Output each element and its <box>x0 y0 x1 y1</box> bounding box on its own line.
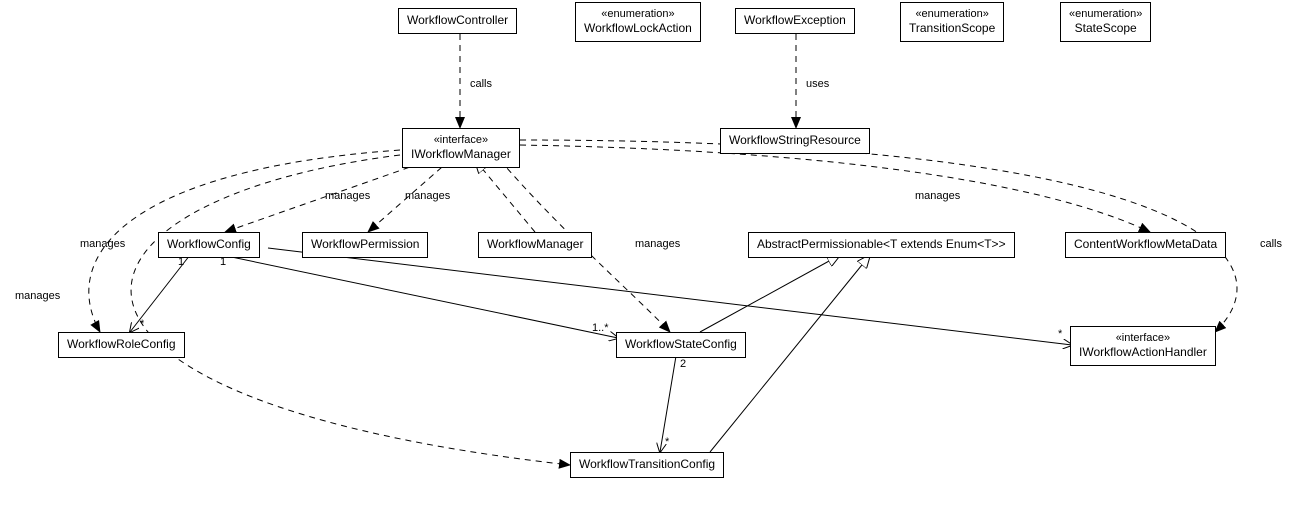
node-stereotype: «interface» <box>411 133 511 147</box>
node-workflow-manager[interactable]: WorkflowManager <box>478 232 592 258</box>
node-workflow-controller[interactable]: WorkflowController <box>398 8 517 34</box>
node-workflow-permission[interactable]: WorkflowPermission <box>302 232 428 258</box>
edge-label-manages: manages <box>15 290 60 302</box>
node-stereotype: «enumeration» <box>1069 7 1142 21</box>
node-label: WorkflowManager <box>487 237 583 251</box>
node-label: WorkflowStringResource <box>729 133 861 147</box>
node-label: StateScope <box>1069 21 1142 37</box>
node-label: WorkflowRoleConfig <box>67 337 176 351</box>
node-label: WorkflowStateConfig <box>625 337 737 351</box>
mult-1-star: 1..* <box>592 322 609 334</box>
node-workflow-string-resource[interactable]: WorkflowStringResource <box>720 128 870 154</box>
node-workflow-role-config[interactable]: WorkflowRoleConfig <box>58 332 185 358</box>
edge-label-calls: calls <box>470 78 492 90</box>
node-label: WorkflowConfig <box>167 237 251 251</box>
edge-label-manages: manages <box>405 190 450 202</box>
edge-label-calls: calls <box>1260 238 1282 250</box>
node-label: WorkflowLockAction <box>584 21 692 37</box>
node-label: AbstractPermissionable<T extends Enum<T>… <box>757 237 1006 251</box>
node-state-scope[interactable]: «enumeration» StateScope <box>1060 2 1151 42</box>
node-label: TransitionScope <box>909 21 995 37</box>
node-iworkflow-manager[interactable]: «interface» IWorkflowManager <box>402 128 520 168</box>
mult-star: * <box>665 436 669 448</box>
edge-label-manages: manages <box>80 238 125 250</box>
node-workflow-transition-config[interactable]: WorkflowTransitionConfig <box>570 452 724 478</box>
node-label: WorkflowTransitionConfig <box>579 457 715 471</box>
node-iworkflow-action-handler[interactable]: «interface» IWorkflowActionHandler <box>1070 326 1216 366</box>
node-label: ContentWorkflowMetaData <box>1074 237 1217 251</box>
edge-label-manages: manages <box>635 238 680 250</box>
node-transition-scope[interactable]: «enumeration» TransitionScope <box>900 2 1004 42</box>
node-label: IWorkflowManager <box>411 147 511 163</box>
mult-star: * <box>1058 328 1062 340</box>
mult-1: 1 <box>178 256 184 268</box>
edge-label-manages: manages <box>915 190 960 202</box>
node-label: WorkflowException <box>744 13 846 27</box>
node-workflow-config[interactable]: WorkflowConfig <box>158 232 260 258</box>
node-content-workflow-metadata[interactable]: ContentWorkflowMetaData <box>1065 232 1226 258</box>
node-workflow-state-config[interactable]: WorkflowStateConfig <box>616 332 746 358</box>
mult-star: * <box>140 318 144 330</box>
node-workflow-exception[interactable]: WorkflowException <box>735 8 855 34</box>
node-abstract-permissionable[interactable]: AbstractPermissionable<T extends Enum<T>… <box>748 232 1015 258</box>
node-stereotype: «interface» <box>1079 331 1207 345</box>
uml-canvas: WorkflowController «enumeration» Workflo… <box>0 0 1296 509</box>
node-stereotype: «enumeration» <box>584 7 692 21</box>
mult-1: 1 <box>220 256 226 268</box>
edge-label-manages: manages <box>325 190 370 202</box>
edge-label-uses: uses <box>806 78 829 90</box>
mult-2: 2 <box>680 358 686 370</box>
node-stereotype: «enumeration» <box>909 7 995 21</box>
node-label: WorkflowPermission <box>311 237 419 251</box>
node-workflow-lock-action[interactable]: «enumeration» WorkflowLockAction <box>575 2 701 42</box>
node-label: IWorkflowActionHandler <box>1079 345 1207 361</box>
node-label: WorkflowController <box>407 13 508 27</box>
